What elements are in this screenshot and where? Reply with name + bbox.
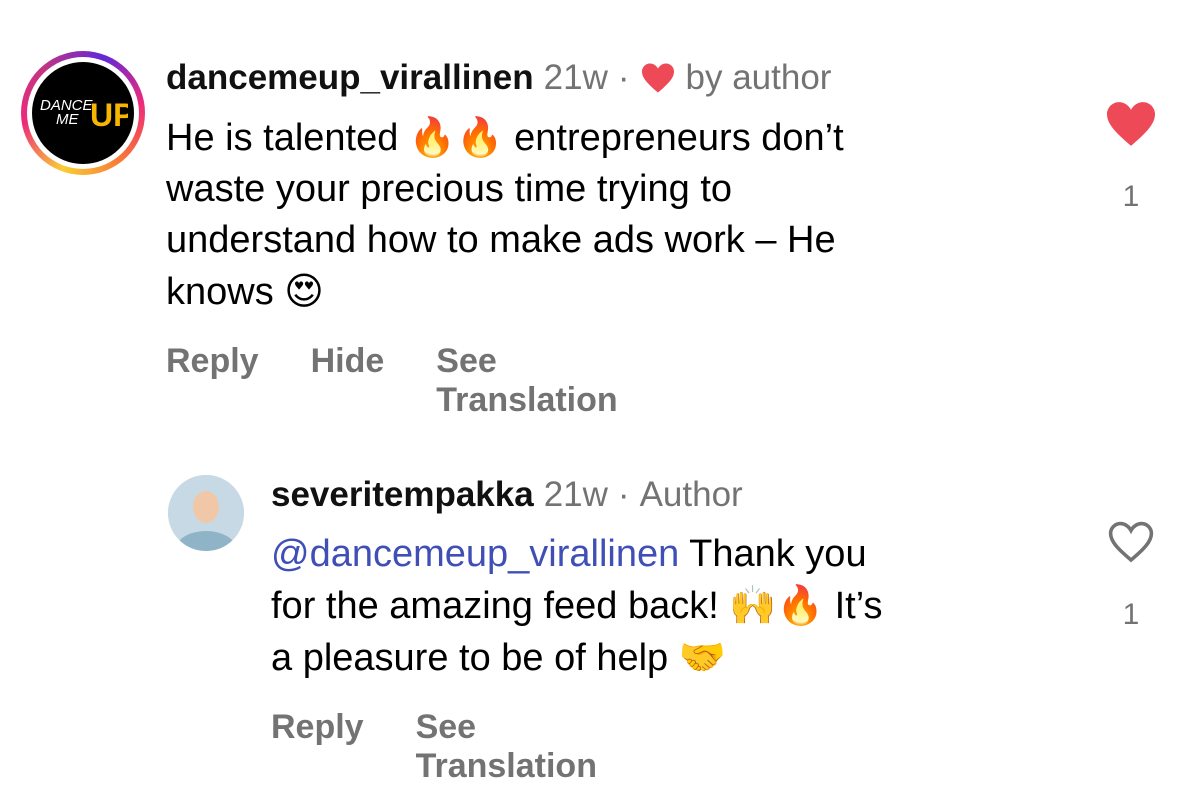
comment-1-actions: Reply Hide See Translation	[166, 342, 670, 420]
like-count: 1	[1122, 598, 1140, 631]
comment-2-meta: severitempakka 21w · Author	[271, 477, 743, 512]
comment-text-segment: He is talented	[166, 117, 409, 159]
svg-text:ME: ME	[56, 111, 79, 128]
comment-username[interactable]: severitempakka	[271, 477, 534, 512]
handshake-emoji: 🤝	[678, 635, 727, 679]
comment-2-text: @dancemeup_virallinen Thank you for the …	[271, 529, 1071, 684]
fire-emoji: 🔥🔥	[408, 115, 504, 159]
author-badge: Author	[639, 475, 743, 514]
mention-link[interactable]: @dancemeup_virallinen	[271, 533, 679, 575]
see-translation-button[interactable]: See Translation	[436, 342, 617, 420]
meta-separator: ·	[617, 58, 630, 97]
author-like-label: by author	[685, 58, 832, 97]
meta-separator: ·	[617, 475, 630, 514]
comment-text-segment: entrepreneurs don’t	[503, 117, 844, 159]
comment-text-segment: It’s	[824, 585, 883, 627]
comment-text-line: understand how to make ads work – He	[166, 219, 836, 261]
heart-outline-icon[interactable]	[1106, 520, 1156, 569]
comment-text-line: waste your precious time trying to	[166, 168, 733, 210]
comment-text-segment: for the amazing feed back!	[271, 585, 730, 627]
hide-button[interactable]: Hide	[311, 342, 385, 420]
reply-button[interactable]: Reply	[271, 708, 364, 786]
heart-eyes-emoji: 😍	[284, 269, 324, 313]
comment-1-text: He is talented 🔥🔥 entrepreneurs don’t wa…	[166, 112, 1046, 318]
like-count: 1	[1122, 180, 1140, 213]
avatar-severitempakka[interactable]	[168, 475, 244, 551]
comment-1-meta: dancemeup_virallinen 21w · by author	[166, 60, 831, 95]
comment-text-segment: knows	[166, 271, 285, 313]
raised-hands-fire-emoji: 🙌🔥	[729, 583, 825, 627]
dancemeup-logo: DANCE ME UP	[32, 62, 134, 164]
heart-filled-icon[interactable]	[1104, 100, 1158, 153]
see-translation-button[interactable]: See Translation	[416, 708, 597, 786]
reply-button[interactable]: Reply	[166, 342, 259, 420]
comment-time: 21w	[543, 58, 608, 97]
comment-text-segment: Thank you	[679, 533, 867, 575]
comment-text-segment: a pleasure to be of help	[271, 637, 679, 679]
avatar-dancemeup[interactable]: DANCE ME UP	[21, 51, 145, 175]
small-heart-icon	[640, 62, 676, 94]
svg-text:UP: UP	[90, 97, 128, 133]
comment-username[interactable]: dancemeup_virallinen	[166, 60, 534, 95]
comment-time: 21w	[543, 475, 608, 514]
comment-2-actions: Reply See Translation	[271, 708, 649, 786]
